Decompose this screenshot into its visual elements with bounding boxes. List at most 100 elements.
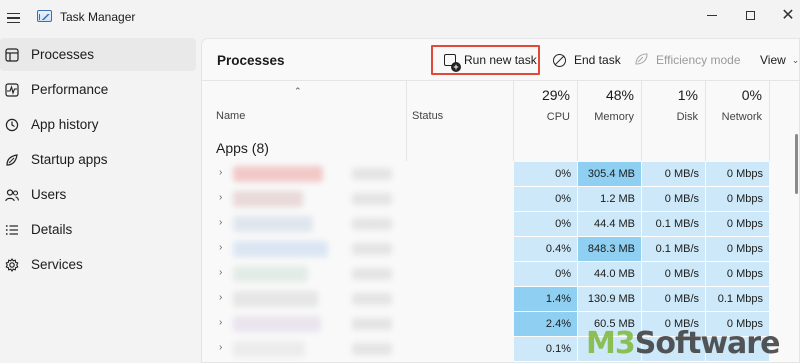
close-button[interactable]: ✕ — [765, 0, 800, 30]
sidebar-item-users[interactable]: Users — [0, 178, 196, 211]
table-row[interactable]: › 1.4% 130.9 MB 0 MB/s 0.1 Mbps — [202, 287, 799, 312]
sidebar-item-processes[interactable]: Processes — [0, 38, 196, 71]
column-header-name[interactable]: Name — [216, 110, 245, 122]
page-title: Processes — [217, 53, 285, 68]
details-icon — [5, 223, 19, 237]
title-bar: Task Manager ✕ — [0, 0, 800, 36]
view-menu-button[interactable]: View ⌄ — [760, 45, 799, 75]
chevron-right-icon[interactable]: › — [219, 267, 222, 278]
table-row[interactable]: › 2.4% 60.5 MB 0 MB/s 0 Mbps — [202, 312, 799, 337]
redacted-process-status — [352, 268, 392, 280]
sidebar-item-services[interactable]: Services — [0, 248, 196, 281]
chevron-right-icon[interactable]: › — [219, 167, 222, 178]
cpu-cell: 1.4% — [514, 287, 577, 312]
table-row[interactable]: › 0.4% 848.3 MB 0.1 MB/s 0 Mbps — [202, 237, 799, 262]
table-row[interactable]: › 0.1% — [202, 337, 799, 362]
chevron-right-icon[interactable]: › — [219, 317, 222, 328]
cpu-column-label: CPU — [546, 111, 570, 123]
memory-cell: 44.4 MB — [578, 212, 641, 237]
sidebar-item-label: Performance — [31, 82, 109, 97]
sidebar-item-label: Details — [31, 222, 73, 237]
table-row[interactable]: › 0% 1.2 MB 0 MB/s 0 Mbps — [202, 187, 799, 212]
efficiency-mode-label: Efficiency mode — [656, 53, 741, 67]
disk-cell: 0 MB/s — [642, 287, 705, 312]
run-new-task-button[interactable]: Run new task — [431, 45, 540, 75]
redacted-process-name — [233, 216, 313, 232]
disk-cell: 0.1 MB/s — [642, 212, 705, 237]
performance-icon — [5, 82, 19, 97]
disk-cell: 0 MB/s — [642, 162, 705, 187]
leaf-icon — [635, 52, 648, 68]
processes-panel: Processes Run new task End task Efficien… — [201, 38, 800, 363]
memory-cell: 1.2 MB — [578, 187, 641, 212]
column-header-memory[interactable]: 48% Memory — [574, 87, 634, 123]
redacted-process-name — [233, 166, 323, 182]
disk-cell: 0 MB/s — [642, 312, 705, 337]
sidebar-item-label: Users — [31, 187, 67, 202]
memory-cell: 848.3 MB — [578, 237, 641, 262]
sidebar-item-app-history[interactable]: App history — [0, 108, 196, 141]
redacted-process-name — [233, 316, 321, 332]
chevron-right-icon[interactable]: › — [219, 242, 222, 253]
column-header-disk[interactable]: 1% Disk — [638, 87, 698, 123]
end-task-label: End task — [574, 53, 621, 67]
memory-column-label: Memory — [594, 111, 634, 123]
column-header-network[interactable]: 0% Network — [702, 87, 762, 123]
network-cell: 0 Mbps — [706, 212, 769, 237]
sidebar-item-label: Services — [31, 257, 83, 272]
chevron-right-icon[interactable]: › — [219, 217, 222, 228]
network-cell — [706, 337, 769, 362]
column-divider — [406, 81, 407, 161]
view-label: View — [760, 53, 786, 67]
cpu-cell: 0% — [514, 212, 577, 237]
cpu-cell: 2.4% — [514, 312, 577, 337]
disk-column-label: Disk — [676, 111, 698, 123]
sort-up-icon: ⌃ — [294, 86, 302, 96]
close-icon: ✕ — [781, 7, 795, 24]
redacted-process-name — [233, 241, 328, 257]
table-row[interactable]: › 0% 44.4 MB 0.1 MB/s 0 Mbps — [202, 212, 799, 237]
column-header-cpu[interactable]: 29% CPU — [510, 87, 570, 123]
table-row[interactable]: › 0% 44.0 MB 0 MB/s 0 Mbps — [202, 262, 799, 287]
sidebar-item-performance[interactable]: Performance — [0, 73, 196, 106]
network-cell: 0 Mbps — [706, 262, 769, 287]
redacted-process-status — [352, 193, 392, 205]
redacted-process-status — [352, 243, 392, 255]
chevron-right-icon[interactable]: › — [219, 342, 222, 353]
disk-total-percent: 1% — [677, 87, 698, 103]
maximize-icon — [745, 10, 755, 20]
redacted-process-status — [352, 168, 392, 180]
efficiency-mode-button[interactable]: Efficiency mode — [635, 45, 741, 75]
sidebar-item-label: App history — [31, 117, 99, 132]
column-header-status[interactable]: Status — [412, 110, 443, 122]
sidebar-item-details[interactable]: Details — [0, 213, 196, 246]
network-cell: 0.1 Mbps — [706, 287, 769, 312]
network-cell: 0 Mbps — [706, 162, 769, 187]
cpu-cell: 0.1% — [514, 337, 577, 362]
menu-icon[interactable] — [0, 6, 26, 30]
chevron-down-icon: ⌄ — [791, 54, 800, 65]
table-row[interactable]: › 0% 305.4 MB 0 MB/s 0 Mbps — [202, 162, 799, 187]
redacted-process-status — [352, 218, 392, 230]
cpu-cell: 0% — [514, 262, 577, 287]
vertical-scrollbar[interactable] — [795, 134, 798, 194]
users-icon — [5, 188, 19, 202]
apps-group-header[interactable]: Apps (8) — [216, 140, 269, 156]
services-icon — [5, 257, 19, 272]
end-task-button[interactable]: End task — [553, 45, 621, 75]
sidebar-item-startup-apps[interactable]: Startup apps — [0, 143, 196, 176]
redacted-process-status — [352, 293, 392, 305]
processes-icon — [5, 47, 19, 62]
app-history-icon — [5, 118, 19, 132]
cpu-total-percent: 29% — [541, 87, 570, 103]
redacted-process-name — [233, 266, 308, 282]
chevron-right-icon[interactable]: › — [219, 192, 222, 203]
cpu-cell: 0% — [514, 187, 577, 212]
sidebar: Processes Performance App history Startu… — [0, 36, 200, 363]
memory-cell: 130.9 MB — [578, 287, 641, 312]
disk-cell — [642, 337, 705, 362]
chevron-right-icon[interactable]: › — [219, 292, 222, 303]
network-total-percent: 0% — [741, 87, 762, 103]
memory-cell — [578, 337, 641, 362]
redacted-process-name — [233, 191, 303, 207]
